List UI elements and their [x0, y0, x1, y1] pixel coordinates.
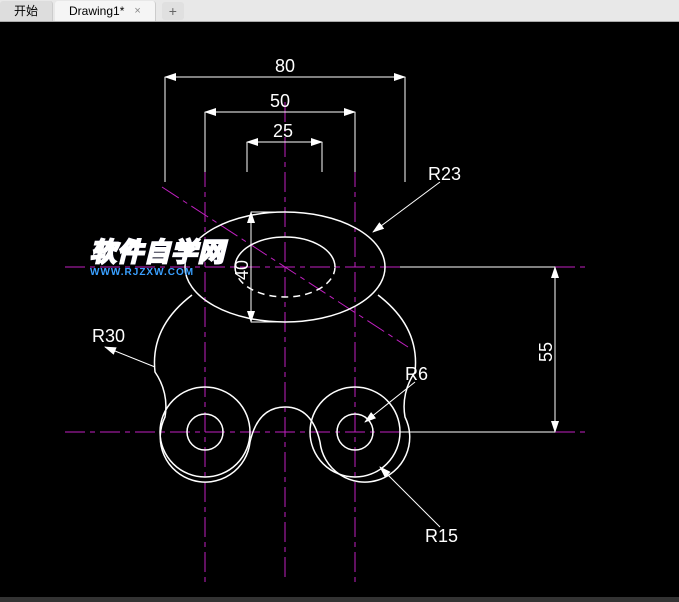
- dim-40-text: 40: [232, 260, 252, 280]
- dim-25-text: 25: [273, 121, 293, 141]
- watermark-main: 软件自学网: [90, 232, 225, 269]
- dim-80-text: 80: [275, 56, 295, 76]
- dim-50-text: 50: [270, 91, 290, 111]
- dim-r6-text: R6: [405, 364, 428, 384]
- dim-r30-text: R30: [92, 326, 125, 346]
- dim-r23-text: R23: [428, 164, 461, 184]
- cad-svg: 80 50 25 40 55 R23 R30 R6 R15: [0, 22, 679, 597]
- watermark: 软件自学网 WWW.RJZXW.COM: [90, 232, 225, 278]
- dim-r15-line: [380, 467, 440, 527]
- tab-bar: 开始 Drawing1* × +: [0, 0, 679, 22]
- tab-drawing-label: Drawing1*: [69, 4, 124, 18]
- tab-start[interactable]: 开始: [0, 1, 53, 21]
- dim-r6-line: [365, 382, 415, 422]
- dim-r23-line: [373, 182, 440, 232]
- new-tab-button[interactable]: +: [162, 2, 184, 20]
- dim-r30-line: [105, 347, 155, 367]
- dim-55-text: 55: [536, 342, 556, 362]
- dim-r15-text: R15: [425, 526, 458, 546]
- close-icon[interactable]: ×: [134, 5, 140, 17]
- tab-drawing[interactable]: Drawing1* ×: [55, 1, 156, 21]
- tab-start-label: 开始: [14, 2, 38, 19]
- drawing-canvas[interactable]: 80 50 25 40 55 R23 R30 R6 R15 软件自学网 WWW.…: [0, 22, 679, 597]
